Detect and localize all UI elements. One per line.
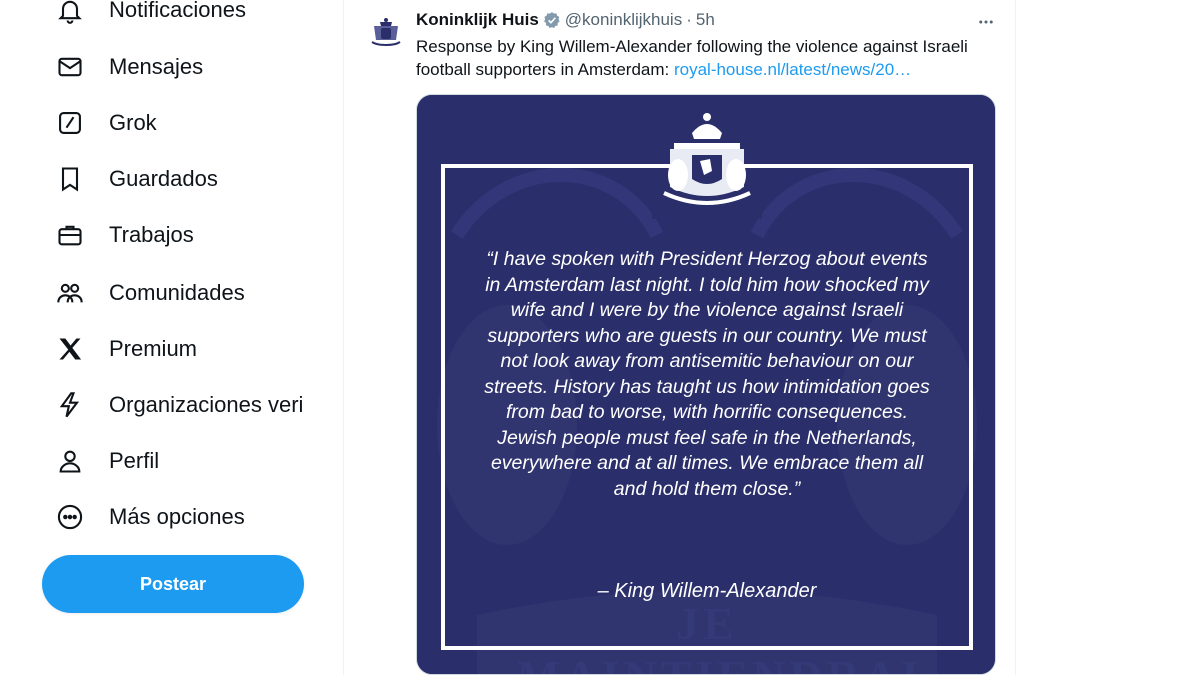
quote-text: “I have spoken with President Herzog abo…: [484, 248, 930, 500]
grok-icon: [52, 105, 88, 141]
tweet-link[interactable]: royal-house.nl/latest/news/20…: [674, 60, 911, 79]
tweet[interactable]: Koninklijk Huis @koninklijkhuis · 5h Res…: [344, 0, 1015, 675]
display-name[interactable]: Koninklijk Huis: [416, 10, 539, 30]
verified-badge-icon: [543, 12, 560, 29]
nav-jobs[interactable]: Trabajos: [52, 215, 194, 255]
avatar[interactable]: [366, 12, 406, 52]
nav-grok[interactable]: Grok: [52, 103, 157, 143]
timestamp[interactable]: 5h: [696, 10, 715, 30]
nav-communities[interactable]: Comunidades: [52, 273, 245, 313]
nav-profile[interactable]: Perfil: [52, 441, 159, 481]
nav-label: Grok: [109, 110, 157, 135]
divider: [1015, 0, 1016, 675]
tweet-text: Response by King Willem-Alexander follow…: [416, 35, 1001, 81]
bookmark-icon: [52, 161, 88, 197]
nav-verified-orgs[interactable]: Organizaciones verificadas: [52, 385, 302, 425]
separator: ·: [686, 10, 692, 29]
ellipsis-icon: [979, 20, 993, 24]
nav-label: Comunidades: [109, 280, 245, 305]
media-image[interactable]: JE MAINTIENDRAI “I have spoken with Pres…: [416, 94, 996, 675]
sidebar: Notificaciones Mensajes Grok Guardados T…: [0, 0, 343, 675]
nav-label: Trabajos: [109, 222, 194, 247]
lightning-icon: [52, 387, 88, 423]
briefcase-icon: [52, 217, 88, 253]
post-button[interactable]: Postear: [42, 555, 304, 613]
nav-label: Guardados: [109, 166, 218, 191]
nav-label: Notificaciones: [109, 0, 246, 22]
nav-label: Organizaciones verificadas: [109, 392, 302, 417]
envelope-icon: [52, 49, 88, 85]
nav-more-options[interactable]: Más opciones: [52, 497, 245, 537]
more-circle-icon: [52, 499, 88, 535]
nav-messages[interactable]: Mensajes: [52, 47, 203, 87]
quote-attribution: – King Willem-Alexander: [597, 580, 817, 602]
coat-of-arms-icon: [652, 113, 762, 219]
x-logo-icon: [52, 331, 88, 367]
nav-label: Más opciones: [109, 504, 245, 529]
tweet-header: Koninklijk Huis @koninklijkhuis · 5h: [416, 10, 715, 30]
nav-bookmarks[interactable]: Guardados: [52, 159, 218, 199]
people-icon: [52, 275, 88, 311]
nav-label: Premium: [109, 336, 198, 361]
royal-crest-icon: [371, 18, 401, 46]
nav-label: Mensajes: [109, 54, 204, 79]
nav-label: Perfil: [109, 448, 160, 473]
nav-premium[interactable]: Premium: [52, 329, 197, 369]
bell-icon: [52, 0, 88, 28]
nav-notifications[interactable]: Notificaciones: [52, 0, 246, 30]
person-icon: [52, 443, 88, 479]
more-button[interactable]: [974, 10, 998, 34]
handle[interactable]: @koninklijkhuis: [565, 10, 682, 30]
